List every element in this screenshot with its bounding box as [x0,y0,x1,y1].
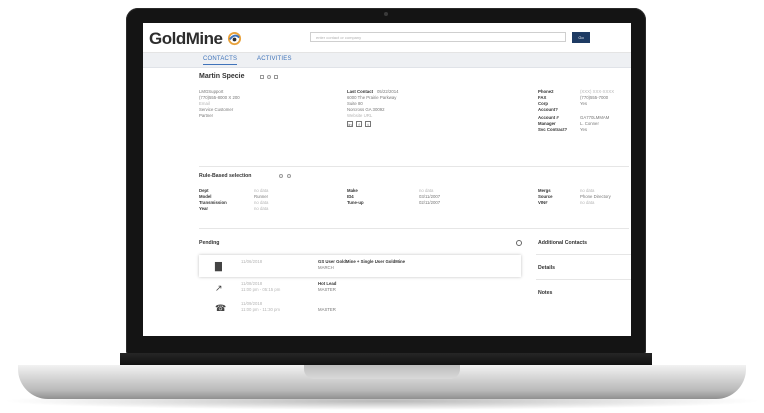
field-value: Yes [580,101,588,106]
pending-title: Pending [199,240,220,246]
logo: GoldMine [149,29,242,49]
pending-time: 11:00 pm - 11:30 pm [241,307,281,312]
tab-contacts[interactable]: CONTACTS [203,56,238,65]
pending-item-sub: MASTER [318,287,336,292]
pin-icon: ↗ [215,283,223,293]
pending-time: 11:00 pm - 05:15 pm [241,287,281,292]
tab-activities[interactable]: ACTIVITIES [257,56,292,62]
section-divider [199,228,629,229]
rule-value: 02/11/2007 [419,200,441,205]
rule-label: Year [199,206,209,211]
linkedin-icon[interactable]: in [347,121,353,127]
top-bar: GoldMine enter contact or company Go [143,23,631,53]
facebook-icon[interactable]: f [356,121,362,127]
pending-item-sub: MARCH [318,265,334,270]
rule-label: Tune-up [347,200,364,205]
field-label: Corp Account? [538,101,558,112]
rule-section-title: Rule-Based selection [199,173,252,179]
app-screen: GoldMine enter contact or company Go CON… [143,23,631,336]
additional-contacts-panel[interactable]: Additional Contacts [538,240,587,246]
rule-value: no data [254,206,269,211]
edit-icon[interactable] [260,75,264,79]
notes-panel[interactable]: Notes [538,290,552,296]
panel-divider [536,279,631,280]
twitter-icon[interactable]: t [365,121,371,127]
pending-item-sub: MASTER [318,307,336,312]
go-button[interactable]: Go [572,32,590,43]
bar-chart-icon: ▇ [215,261,222,271]
pending-date: 11/06/2018 [241,259,263,264]
phone-icon: ☎ [215,303,227,313]
rule-label: VIN# [538,200,548,205]
search-input[interactable]: enter contact or company [310,32,566,42]
rule-value: no data [580,200,595,205]
tab-bar: CONTACTS ACTIVITIES [143,53,631,68]
info-icon[interactable] [279,174,283,178]
refresh-icon[interactable] [287,174,291,178]
contact-name: Martin Specie [199,73,245,80]
info-line: Partner [199,113,214,118]
user-icon[interactable] [274,75,278,79]
camera-icon [384,12,388,16]
copy-icon[interactable] [267,75,271,79]
logo-swirl-icon [227,31,241,46]
logo-text: GoldMine [149,29,223,48]
help-icon[interactable] [516,240,522,246]
website-link[interactable]: Website URL [347,113,372,119]
field-value: Yes [580,127,588,132]
section-divider [199,166,629,167]
laptop-notch [304,365,460,379]
details-panel[interactable]: Details [538,265,555,271]
field-label: Svc Contract? [538,127,568,132]
panel-divider [536,254,631,255]
